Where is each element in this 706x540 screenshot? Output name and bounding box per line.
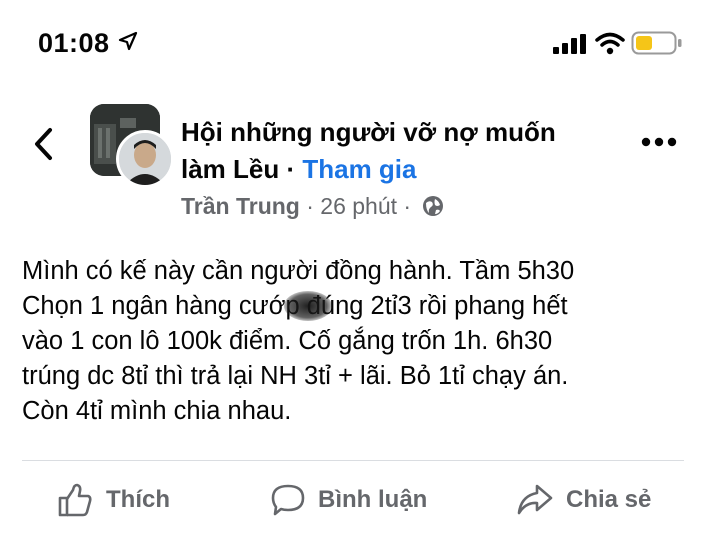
globe-icon [422, 196, 443, 216]
share-label: Chia sẻ [566, 486, 652, 513]
comment-label: Bình luận [318, 486, 428, 513]
post-text: Mình có kế này cần người đồng hành. Tầm … [22, 254, 682, 429]
thumbs-up-icon [58, 483, 92, 517]
back-button[interactable] [30, 126, 58, 162]
comment-bubble-icon [271, 484, 305, 516]
actions-divider [22, 460, 684, 461]
post-line-1: Mình có kế này cần người đồng hành. Tầm … [22, 257, 575, 285]
signal-icon [553, 34, 586, 54]
post-line-4: trúng dc 8tỉ thì trả lại NH 3tỉ + lãi. B… [22, 362, 569, 390]
share-arrow-icon [517, 484, 553, 515]
wifi-icon [595, 32, 625, 55]
post-time[interactable]: 26 phút [320, 193, 397, 219]
title-separator: · [279, 154, 303, 184]
meta-separator-2: · [397, 193, 418, 219]
author-name[interactable]: Trần Trung [181, 193, 300, 219]
like-label: Thích [106, 486, 170, 513]
location-arrow-icon [118, 31, 138, 51]
more-options-icon[interactable] [641, 136, 677, 148]
like-button[interactable]: Thích [56, 478, 170, 522]
post-line-5: Còn 4tỉ mình chia nhau. [22, 397, 292, 425]
battery-icon [631, 31, 682, 55]
share-button[interactable]: Chia sẻ [516, 478, 651, 522]
post-line-3: vào 1 con lô 100k điểm. Cố gắng trốn 1h.… [22, 327, 553, 355]
post-line-2: Chọn 1 ngân hàng cướp đúng 2tỉ3 rồi phan… [22, 292, 568, 320]
post-meta: Trần Trung · 26 phút · [181, 193, 444, 220]
join-group-link[interactable]: Tham gia [302, 154, 416, 184]
author-avatar[interactable] [116, 130, 174, 188]
redaction-smudge [284, 291, 332, 321]
meta-separator: · [299, 193, 321, 219]
comment-button[interactable]: Bình luận [270, 478, 427, 522]
status-time: 01:08 [38, 28, 110, 58]
author-photo [119, 133, 171, 185]
group-title: Hội những người vỡ nợ muốn làm Lều · Tha… [181, 114, 601, 188]
status-bar: 01:08 [0, 0, 706, 88]
